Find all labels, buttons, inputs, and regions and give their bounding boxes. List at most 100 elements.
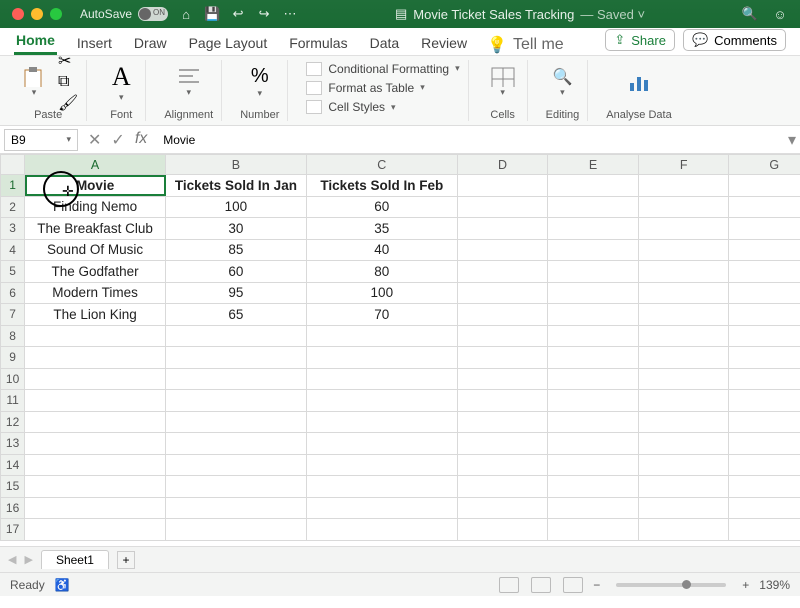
- cell-B16[interactable]: [166, 497, 307, 519]
- tab-formulas[interactable]: Formulas: [287, 31, 349, 55]
- format-as-table-button[interactable]: Format as Table▾: [306, 79, 459, 96]
- cell-G8[interactable]: [729, 325, 800, 347]
- cell-F1[interactable]: [638, 175, 729, 197]
- col-header-F[interactable]: F: [638, 155, 729, 175]
- cell-F11[interactable]: [638, 390, 729, 412]
- cell-D14[interactable]: [457, 454, 548, 476]
- cell-B1[interactable]: Tickets Sold In Jan: [166, 175, 307, 197]
- enter-icon[interactable]: ✓: [111, 130, 124, 150]
- cell-C1[interactable]: Tickets Sold In Feb: [306, 175, 457, 197]
- tab-home[interactable]: Home: [14, 28, 57, 55]
- cell-G1[interactable]: [729, 175, 800, 197]
- view-page-break-icon[interactable]: [563, 577, 583, 593]
- formula-expand-icon[interactable]: ▾: [784, 130, 800, 150]
- zoom-slider[interactable]: [616, 583, 726, 587]
- cell-E1[interactable]: [548, 175, 639, 197]
- cell-G5[interactable]: [729, 261, 800, 283]
- row-header-15[interactable]: 15: [1, 476, 25, 498]
- cell-A5[interactable]: The Godfather: [25, 261, 166, 283]
- cell-E3[interactable]: [548, 218, 639, 240]
- cell-A17[interactable]: [25, 519, 166, 541]
- cell-C14[interactable]: [306, 454, 457, 476]
- search-icon[interactable]: 🔍: [742, 6, 758, 22]
- row-header-4[interactable]: 4: [1, 239, 25, 261]
- cell-F8[interactable]: [638, 325, 729, 347]
- cell-E10[interactable]: [548, 368, 639, 390]
- sheet-nav-next-icon[interactable]: ▶: [24, 553, 32, 566]
- cell-C12[interactable]: [306, 411, 457, 433]
- comments-button[interactable]: 💬 Comments: [683, 29, 786, 51]
- cell-B13[interactable]: [166, 433, 307, 455]
- cell-D15[interactable]: [457, 476, 548, 498]
- cell-B7[interactable]: 65: [166, 304, 307, 326]
- cell-B14[interactable]: [166, 454, 307, 476]
- cell-A12[interactable]: [25, 411, 166, 433]
- cell-G11[interactable]: [729, 390, 800, 412]
- cell-G16[interactable]: [729, 497, 800, 519]
- name-box[interactable]: B9▾: [4, 129, 78, 151]
- cell-B17[interactable]: [166, 519, 307, 541]
- cell-G3[interactable]: [729, 218, 800, 240]
- row-header-13[interactable]: 13: [1, 433, 25, 455]
- cell-F15[interactable]: [638, 476, 729, 498]
- cell-A7[interactable]: The Lion King: [25, 304, 166, 326]
- cell-E16[interactable]: [548, 497, 639, 519]
- save-icon[interactable]: 💾: [204, 6, 220, 22]
- cell-A16[interactable]: [25, 497, 166, 519]
- cell-C8[interactable]: [306, 325, 457, 347]
- cell-D7[interactable]: [457, 304, 548, 326]
- cell-F5[interactable]: [638, 261, 729, 283]
- sheet-nav-prev-icon[interactable]: ◀: [8, 553, 16, 566]
- cell-D12[interactable]: [457, 411, 548, 433]
- cell-C6[interactable]: 100: [306, 282, 457, 304]
- conditional-formatting-button[interactable]: Conditional Formatting▾: [306, 60, 459, 77]
- cell-A14[interactable]: [25, 454, 166, 476]
- select-all-corner[interactable]: [1, 155, 25, 175]
- cell-E2[interactable]: [548, 196, 639, 218]
- cell-A11[interactable]: [25, 390, 166, 412]
- cell-G14[interactable]: [729, 454, 800, 476]
- cell-D1[interactable]: [457, 175, 548, 197]
- cell-E7[interactable]: [548, 304, 639, 326]
- cell-C5[interactable]: 80: [306, 261, 457, 283]
- fullscreen-icon[interactable]: [50, 8, 62, 20]
- row-header-7[interactable]: 7: [1, 304, 25, 326]
- cell-F12[interactable]: [638, 411, 729, 433]
- cells-button[interactable]: ▾: [487, 65, 519, 99]
- row-header-2[interactable]: 2: [1, 196, 25, 218]
- account-icon[interactable]: ☺: [772, 6, 788, 22]
- accessibility-icon[interactable]: ♿: [55, 578, 70, 592]
- copy-icon[interactable]: ⧉: [58, 73, 78, 91]
- cell-E8[interactable]: [548, 325, 639, 347]
- cell-B9[interactable]: [166, 347, 307, 369]
- add-sheet-button[interactable]: +: [117, 551, 135, 569]
- tab-insert[interactable]: Insert: [75, 31, 114, 55]
- editing-button[interactable]: 🔍▾: [546, 65, 578, 99]
- cell-G15[interactable]: [729, 476, 800, 498]
- number-button[interactable]: %▾: [244, 65, 276, 99]
- cell-F16[interactable]: [638, 497, 729, 519]
- cell-A9[interactable]: [25, 347, 166, 369]
- cell-D10[interactable]: [457, 368, 548, 390]
- formula-input[interactable]: [157, 129, 784, 151]
- redo-icon[interactable]: ↪: [256, 6, 272, 22]
- cell-F10[interactable]: [638, 368, 729, 390]
- cell-A6[interactable]: Modern Times: [25, 282, 166, 304]
- cell-F9[interactable]: [638, 347, 729, 369]
- col-header-B[interactable]: B: [166, 155, 307, 175]
- cell-A10[interactable]: [25, 368, 166, 390]
- cell-B5[interactable]: 60: [166, 261, 307, 283]
- cell-F6[interactable]: [638, 282, 729, 304]
- cut-icon[interactable]: ✂: [58, 51, 78, 71]
- spreadsheet-grid[interactable]: ABCDEFG1MovieTickets Sold In JanTickets …: [0, 154, 800, 546]
- col-header-E[interactable]: E: [548, 155, 639, 175]
- cell-G6[interactable]: [729, 282, 800, 304]
- more-icon[interactable]: ⋯: [282, 6, 298, 22]
- cell-styles-button[interactable]: Cell Styles▾: [306, 99, 459, 116]
- tab-data[interactable]: Data: [368, 31, 402, 55]
- cell-C2[interactable]: 60: [306, 196, 457, 218]
- cell-D16[interactable]: [457, 497, 548, 519]
- zoom-in-button[interactable]: +: [742, 578, 749, 592]
- cell-E12[interactable]: [548, 411, 639, 433]
- cell-E5[interactable]: [548, 261, 639, 283]
